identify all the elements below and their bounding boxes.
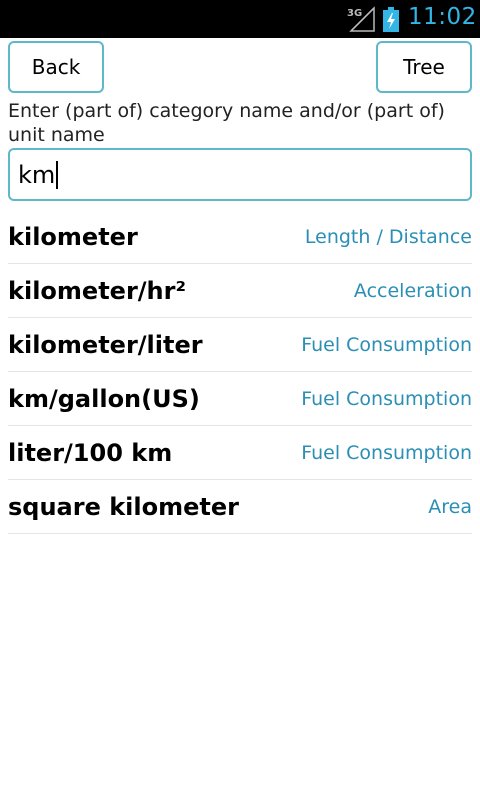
unit-name: kilometer/hr² bbox=[8, 276, 186, 305]
category-name: Area bbox=[428, 495, 472, 518]
category-name: Fuel Consumption bbox=[301, 441, 472, 464]
text-cursor bbox=[56, 160, 59, 189]
back-button[interactable]: Back bbox=[8, 41, 104, 93]
status-time: 11:02 bbox=[408, 4, 477, 30]
results-list: kilometer Length / Distance kilometer/hr… bbox=[8, 210, 472, 534]
unit-name: liter/100 km bbox=[8, 438, 173, 467]
tree-button[interactable]: Tree bbox=[376, 41, 472, 93]
status-bar: 3G 11:02 bbox=[0, 0, 480, 38]
result-row[interactable]: kilometer/hr² Acceleration bbox=[8, 264, 472, 318]
category-name: Acceleration bbox=[353, 279, 472, 302]
category-name: Length / Distance bbox=[304, 225, 472, 248]
search-input-value: km bbox=[18, 160, 56, 189]
battery-charging-icon bbox=[383, 7, 399, 32]
unit-name: km/gallon(US) bbox=[8, 384, 200, 413]
unit-name: kilometer bbox=[8, 222, 138, 251]
instruction-label: Enter (part of) category name and/or (pa… bbox=[8, 100, 445, 146]
category-name: Fuel Consumption bbox=[301, 387, 472, 410]
category-name: Fuel Consumption bbox=[301, 333, 472, 356]
result-row[interactable]: km/gallon(US) Fuel Consumption bbox=[8, 372, 472, 426]
svg-text:3G: 3G bbox=[347, 8, 362, 19]
unit-name: square kilometer bbox=[8, 492, 239, 521]
search-input[interactable]: km bbox=[8, 148, 472, 201]
result-row[interactable]: kilometer Length / Distance bbox=[8, 210, 472, 264]
signal-3g-icon: 3G bbox=[347, 6, 375, 32]
unit-name: kilometer/liter bbox=[8, 330, 203, 359]
result-row[interactable]: square kilometer Area bbox=[8, 480, 472, 534]
result-row[interactable]: liter/100 km Fuel Consumption bbox=[8, 426, 472, 480]
result-row[interactable]: kilometer/liter Fuel Consumption bbox=[8, 318, 472, 372]
